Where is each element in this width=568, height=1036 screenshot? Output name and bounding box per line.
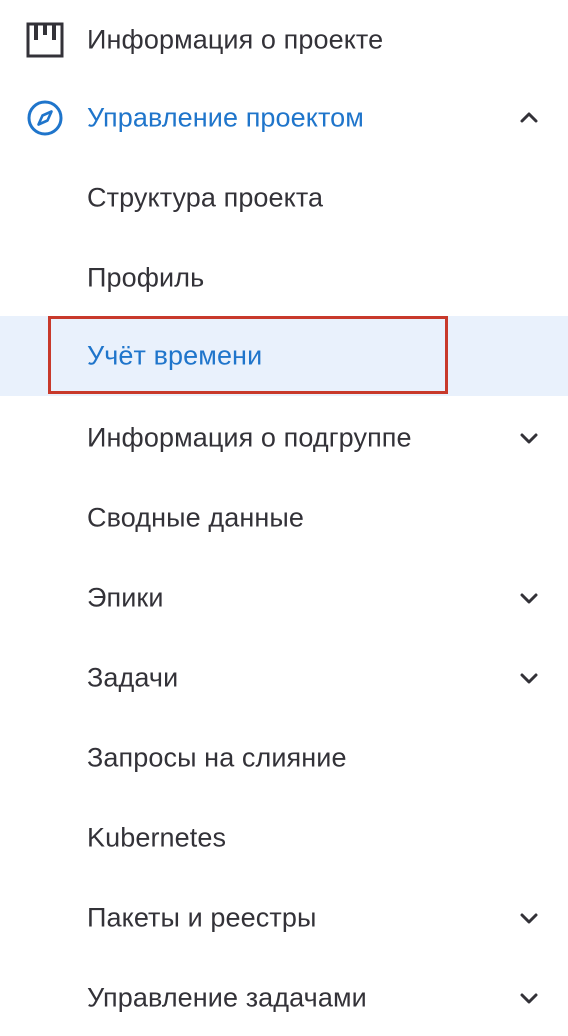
nav-subitem-label: Управление задачами bbox=[87, 982, 367, 1013]
nav-subitem-label: Профиль bbox=[87, 262, 205, 293]
nav-subitem-kubernetes[interactable]: Kubernetes bbox=[0, 798, 568, 878]
nav-subitem-summary[interactable]: Сводные данные bbox=[0, 478, 568, 558]
nav-item-project-info[interactable]: Информация о проекте bbox=[0, 0, 568, 80]
nav-subitem-label: Сводные данные bbox=[87, 502, 304, 533]
nav-item-label: Информация о проекте bbox=[87, 24, 384, 55]
nav-subitem-epics[interactable]: Эпики bbox=[0, 558, 568, 638]
nav-subitem-label: Информация о подгруппе bbox=[87, 422, 412, 453]
nav-subitem-label: Учёт времени bbox=[87, 340, 263, 371]
nav-item-project-management[interactable]: Управление проектом bbox=[0, 78, 568, 158]
nav-subitem-label: Эпики bbox=[87, 582, 164, 613]
board-icon bbox=[26, 22, 64, 58]
chevron-down-icon[interactable] bbox=[518, 427, 540, 449]
chevron-up-icon[interactable] bbox=[518, 107, 540, 129]
nav-subitem-label: Структура проекта bbox=[87, 182, 324, 213]
nav-subitem-merge-requests[interactable]: Запросы на слияние bbox=[0, 718, 568, 798]
project-sidebar: Информация о проекте Управление проектом… bbox=[0, 0, 568, 1036]
nav-subitem-label: Задачи bbox=[87, 662, 179, 693]
nav-item-label: Управление проектом bbox=[87, 102, 364, 133]
nav-subitem-packages-registries[interactable]: Пакеты и реестры bbox=[0, 878, 568, 958]
chevron-down-icon[interactable] bbox=[518, 987, 540, 1009]
nav-subitem-label: Запросы на слияние bbox=[87, 742, 347, 773]
nav-subitem-label: Kubernetes bbox=[87, 822, 227, 853]
chevron-down-icon[interactable] bbox=[518, 587, 540, 609]
compass-icon bbox=[27, 100, 63, 136]
nav-subitem-subgroup-info[interactable]: Информация о подгруппе bbox=[0, 398, 568, 478]
nav-subitem-project-structure[interactable]: Структура проекта bbox=[0, 158, 568, 238]
nav-subitem-task-management[interactable]: Управление задачами bbox=[0, 958, 568, 1036]
nav-subitem-label: Пакеты и реестры bbox=[87, 902, 317, 933]
nav-subitem-tasks[interactable]: Задачи bbox=[0, 638, 568, 718]
chevron-down-icon[interactable] bbox=[518, 667, 540, 689]
nav-subitem-time-tracking[interactable]: Учёт времени bbox=[0, 316, 568, 396]
nav-subitem-profile[interactable]: Профиль bbox=[0, 238, 568, 318]
chevron-down-icon[interactable] bbox=[518, 907, 540, 929]
